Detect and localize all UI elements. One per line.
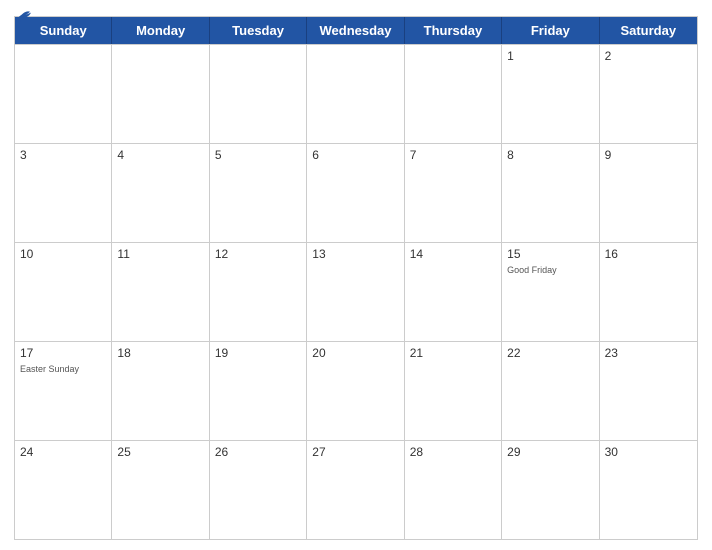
day-number: 3	[20, 147, 106, 164]
day-number: 25	[117, 444, 203, 461]
day-number: 22	[507, 345, 593, 362]
day-number: 17	[20, 345, 106, 362]
day-number: 9	[605, 147, 692, 164]
calendar-cell: 11	[112, 243, 209, 341]
calendar-cell	[405, 45, 502, 143]
calendar-cell	[15, 45, 112, 143]
calendar-cell: 14	[405, 243, 502, 341]
day-number: 21	[410, 345, 496, 362]
header-day-tuesday: Tuesday	[210, 17, 307, 44]
calendar-cell: 26	[210, 441, 307, 539]
header-day-monday: Monday	[112, 17, 209, 44]
calendar-cell: 5	[210, 144, 307, 242]
calendar-page: SundayMondayTuesdayWednesdayThursdayFrid…	[0, 0, 712, 550]
calendar-cell	[210, 45, 307, 143]
header-day-friday: Friday	[502, 17, 599, 44]
day-number: 19	[215, 345, 301, 362]
calendar-cell: 27	[307, 441, 404, 539]
day-number: 16	[605, 246, 692, 263]
day-number: 26	[215, 444, 301, 461]
calendar-week-1: 12	[15, 44, 697, 143]
calendar-cell: 2	[600, 45, 697, 143]
day-number: 27	[312, 444, 398, 461]
calendar-cell: 22	[502, 342, 599, 440]
calendar-cell: 28	[405, 441, 502, 539]
calendar-cell: 16	[600, 243, 697, 341]
day-number: 1	[507, 48, 593, 65]
day-number: 2	[605, 48, 692, 65]
header-day-thursday: Thursday	[405, 17, 502, 44]
calendar-header-row: SundayMondayTuesdayWednesdayThursdayFrid…	[15, 17, 697, 44]
day-number: 15	[507, 246, 593, 263]
day-number: 24	[20, 444, 106, 461]
day-number: 30	[605, 444, 692, 461]
calendar-cell: 10	[15, 243, 112, 341]
calendar-cell: 4	[112, 144, 209, 242]
calendar-cell: 21	[405, 342, 502, 440]
calendar-cell: 23	[600, 342, 697, 440]
calendar-cell: 15 Good Friday	[502, 243, 599, 341]
calendar-cell: 7	[405, 144, 502, 242]
day-number: 18	[117, 345, 203, 362]
calendar-cell: 19	[210, 342, 307, 440]
logo-blue-text	[14, 10, 34, 24]
calendar-cell: 18	[112, 342, 209, 440]
calendar-cell: 25	[112, 441, 209, 539]
calendar-week-5: 24 25 26 27 28 29 30	[15, 440, 697, 539]
header-day-wednesday: Wednesday	[307, 17, 404, 44]
calendar-week-4: 17 Easter Sunday 18 19 20 21 22 23	[15, 341, 697, 440]
calendar-event: Easter Sunday	[20, 364, 106, 376]
day-number: 10	[20, 246, 106, 263]
day-number: 5	[215, 147, 301, 164]
calendar-cell: 24	[15, 441, 112, 539]
calendar-body: 123456789101112131415Good Friday1617East…	[15, 44, 697, 539]
calendar-grid: SundayMondayTuesdayWednesdayThursdayFrid…	[14, 16, 698, 540]
header-day-saturday: Saturday	[600, 17, 697, 44]
day-number: 12	[215, 246, 301, 263]
logo-bird-icon	[14, 10, 32, 24]
calendar-cell: 12	[210, 243, 307, 341]
calendar-event: Good Friday	[507, 265, 593, 277]
day-number: 28	[410, 444, 496, 461]
day-number: 6	[312, 147, 398, 164]
day-number: 13	[312, 246, 398, 263]
calendar-cell: 9	[600, 144, 697, 242]
calendar-cell: 30	[600, 441, 697, 539]
day-number: 29	[507, 444, 593, 461]
calendar-week-2: 3456789	[15, 143, 697, 242]
calendar-cell: 20	[307, 342, 404, 440]
day-number: 20	[312, 345, 398, 362]
day-number: 11	[117, 246, 203, 263]
day-number: 14	[410, 246, 496, 263]
calendar-cell: 6	[307, 144, 404, 242]
logo	[14, 10, 34, 24]
calendar-cell: 3	[15, 144, 112, 242]
calendar-cell: 29	[502, 441, 599, 539]
day-number: 4	[117, 147, 203, 164]
day-number: 23	[605, 345, 692, 362]
day-number: 7	[410, 147, 496, 164]
calendar-cell: 13	[307, 243, 404, 341]
calendar-cell: 17 Easter Sunday	[15, 342, 112, 440]
calendar-cell: 1	[502, 45, 599, 143]
day-number: 8	[507, 147, 593, 164]
calendar-cell: 8	[502, 144, 599, 242]
calendar-cell	[112, 45, 209, 143]
calendar-week-3: 10 11 12 13 14 15 Good Friday 16	[15, 242, 697, 341]
calendar-cell	[307, 45, 404, 143]
